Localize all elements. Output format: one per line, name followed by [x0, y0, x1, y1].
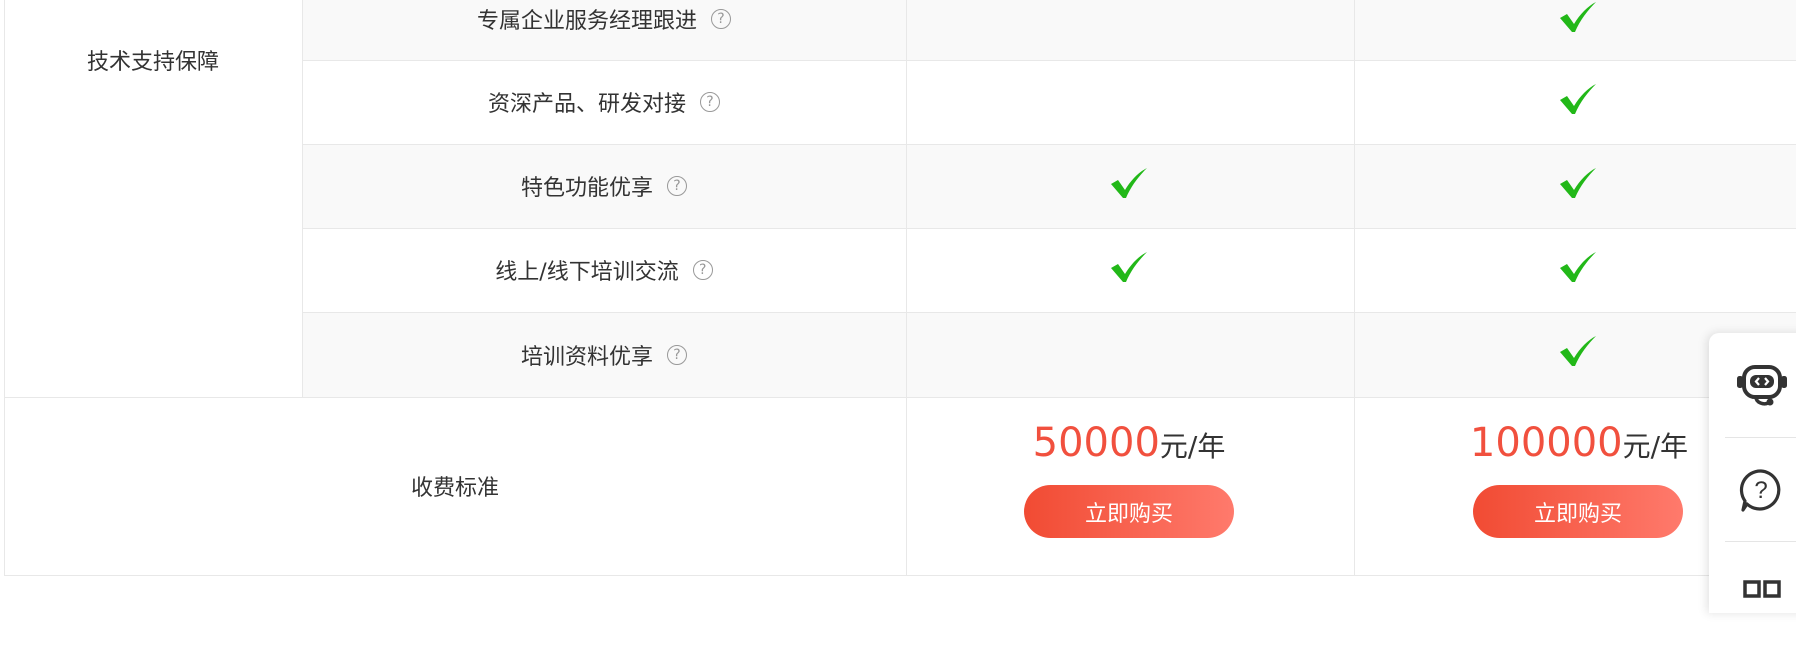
help-icon[interactable]: ? — [692, 260, 713, 280]
help-button[interactable]: ? — [1709, 438, 1796, 542]
price-unit: 元/年 — [1622, 430, 1689, 463]
help-icon[interactable]: ? — [700, 92, 720, 112]
check-icon — [1560, 336, 1596, 366]
check-icon — [1111, 168, 1147, 198]
check-icon — [1560, 2, 1596, 32]
customer-service-button[interactable] — [1709, 333, 1796, 437]
plan-price: 50000元/年 — [979, 420, 1279, 466]
pricing-comparison-table: 技术支持保障 专属企业服务经理跟进 ? 资深产品、研发对接 ? 特色功能优享 ?… — [4, 0, 1796, 576]
check-icon — [1560, 168, 1596, 198]
category-label: 技术支持保障 — [86, 50, 219, 75]
feature-text: 资深产品、研发对接 — [487, 92, 686, 117]
qr-code-button[interactable] — [1709, 542, 1796, 646]
check-icon — [1111, 252, 1147, 282]
feature-label: 特色功能优享 ? — [302, 144, 906, 228]
svg-text:?: ? — [1754, 477, 1767, 504]
help-icon[interactable]: ? — [667, 344, 687, 365]
feature-text: 培训资料优享 — [520, 344, 653, 370]
feature-label: 资深产品、研发对接 ? — [302, 60, 906, 144]
feature-label: 线上/线下培训交流 ? — [302, 228, 906, 312]
customer-service-robot-icon — [1737, 365, 1787, 406]
col-divider — [1354, 0, 1355, 575]
buy-now-button[interactable]: 立即购买 — [1024, 485, 1234, 538]
help-circle-icon: ? — [1739, 469, 1781, 512]
feature-label: 培训资料优享 ? — [302, 312, 906, 397]
floating-sidebar: ? — [1709, 333, 1796, 613]
qr-code-icon — [1743, 580, 1781, 598]
feature-text: 专属企业服务经理跟进 — [476, 9, 697, 34]
check-icon — [1560, 252, 1596, 282]
price-unit: 元/年 — [1159, 430, 1226, 463]
help-icon[interactable]: ? — [667, 176, 687, 196]
help-icon[interactable]: ? — [711, 9, 731, 29]
feature-label: 专属企业服务经理跟进 ? — [302, 0, 906, 38]
plan-price: 100000元/年 — [1429, 420, 1729, 466]
fee-label: 收费标准 — [410, 476, 499, 501]
check-icon — [1560, 84, 1596, 114]
price-amount: 50000 — [1032, 420, 1160, 466]
feature-text: 线上/线下培训交流 — [495, 260, 679, 285]
feature-text: 特色功能优享 — [520, 176, 653, 201]
buy-now-button[interactable]: 立即购买 — [1473, 485, 1683, 538]
col-divider — [906, 0, 907, 575]
price-amount: 100000 — [1469, 420, 1623, 466]
